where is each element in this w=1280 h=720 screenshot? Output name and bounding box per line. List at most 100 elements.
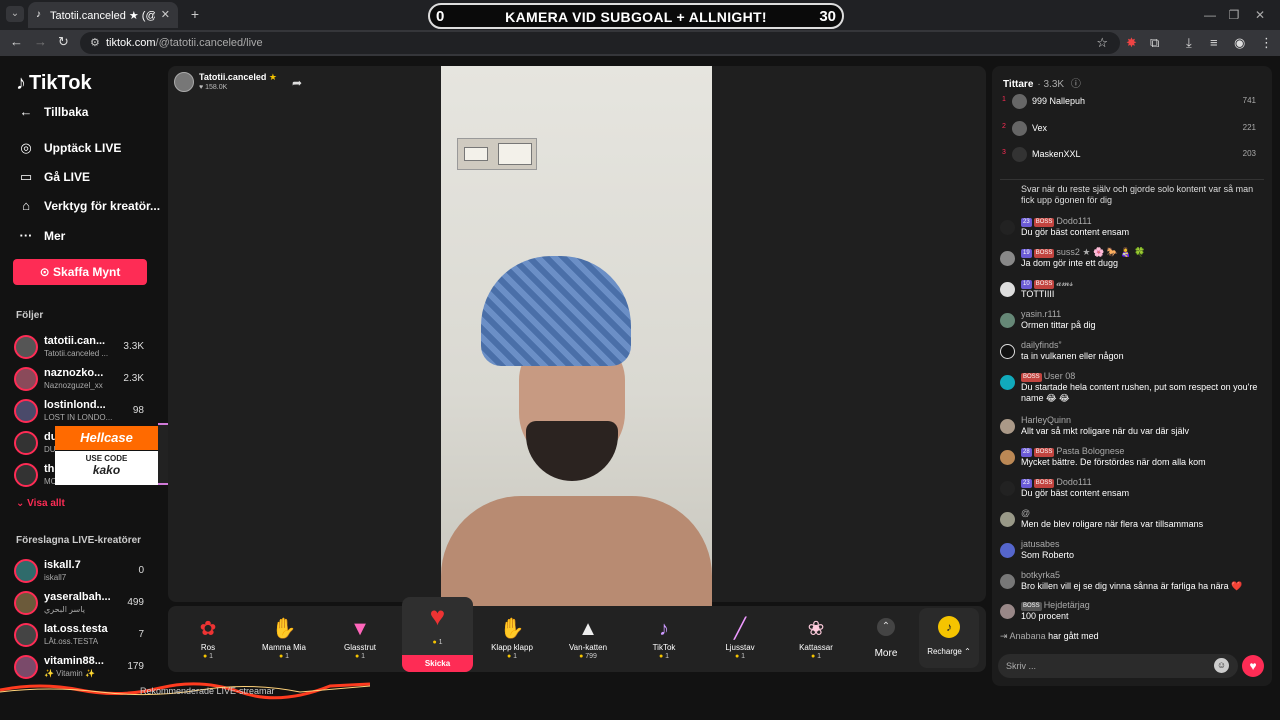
tab-search-button[interactable]: ⌄ [6,6,24,22]
avatar [1000,512,1015,527]
new-tab-button[interactable]: + [186,6,204,24]
chat-message[interactable]: jatusabes Som Roberto [1000,539,1266,567]
browser-tab[interactable]: ♪ Tatotii.canceled ★ (@tatoti ✕ [28,2,178,28]
tiktok-note-icon: ♪ [16,72,26,94]
boss-badge: BOSS [1033,448,1055,457]
chat-message[interactable]: botkyrka5 Bro killen vill ej se dig vinn… [1000,570,1266,598]
stream-goal-banner: 0 KAMERA VID SUBGOAL + ALLNIGHT! 30 [428,3,844,29]
bookmark-star-icon[interactable]: ☆ [1096,35,1108,51]
cat-paws-icon: ❀ [807,618,825,640]
following-account[interactable]: tatotii.can... Tatotii.canceled ... 3.3K [14,334,154,362]
browser-tab-bar: ⌄ ♪ Tatotii.canceled ★ (@tatoti ✕ + 0 KA… [0,0,1280,30]
avatar [1012,147,1027,162]
emoji-icon[interactable]: ☺ [1214,658,1229,673]
browser-menu-icon[interactable]: ⋮ [1260,35,1273,51]
top-viewer[interactable]: 1 999 Nallepuh 741 [1002,94,1264,110]
boss-badge: BOSS [1033,280,1055,289]
extensions-puzzle-icon[interactable]: ⧉ [1150,35,1159,51]
share-icon[interactable]: ➦ [292,76,302,90]
site-info-icon[interactable]: ⚙ [90,36,100,49]
extension-icon[interactable]: ✸ [1126,35,1137,51]
avatar [1000,282,1015,297]
chat-message[interactable]: BOSS User 08 Du startade hela content rus… [1000,371,1266,411]
mamma-mia-icon: ✋ [271,618,297,640]
nav-go-live[interactable]: ▭ Gå LIVE [16,169,90,191]
back-link[interactable]: ← Tillbaka [16,104,89,126]
media-controls-icon[interactable]: ≡ [1210,35,1218,50]
gift-clap[interactable]: ✋ Klapp klapp ● 1 [480,616,544,666]
divider [1000,179,1264,180]
gift-light-stick[interactable]: ╱ Ljusstav ● 1 [708,616,772,666]
rose-icon: ✿ [199,618,217,640]
gift-tiktok[interactable]: ♪ TikTok ● 1 [632,616,696,666]
forward-arrow-icon[interactable]: → [34,34,47,49]
gift-ice-cream[interactable]: ▼ Glasstrut ● 1 [328,616,392,666]
suggested-account[interactable]: lat.oss.testa LÅt.oss.TESTA 7 [14,622,154,650]
chat-message[interactable]: 19 BOSS suss2 ★ 🌸 🐎 👩‍🍼 🍀 Ja dom gör inte … [1000,247,1266,275]
chat-message[interactable]: 23 BOSS Dodo111 Du gör bäst content ensam [1000,477,1266,505]
back-arrow-icon: ← [19,104,33,119]
suggested-account[interactable]: iskall.7 iskall7 0 [14,558,154,586]
tiktok-logo[interactable]: ♪ TikTok [16,72,92,95]
strawberry-gift-icon: ♥ [429,601,446,631]
person-torso [441,496,712,608]
top-viewer[interactable]: 2 Vex 221 [1002,121,1264,137]
address-bar[interactable]: ⚙ tiktok.com/@tatotii.canceled/live ☆ [80,32,1120,54]
back-arrow-icon[interactable]: ← [10,34,23,49]
avatar [1012,121,1027,136]
gift-van-cat[interactable]: ▲ Van-katten ● 799 [556,616,620,666]
chat-message[interactable]: @ Men de blev roligare när flera var til… [1000,508,1266,536]
chat-message[interactable]: yasin.r111 Ormen tittar på dig [1000,309,1266,337]
tab-title: Tatotii.canceled ★ (@tatoti [50,10,155,22]
more-gifts-button[interactable]: ⌃ More [866,612,906,664]
close-window-button[interactable]: ✕ [1240,0,1280,30]
nav-creator-tools[interactable]: ⌂ Verktyg för kreatör... [16,198,160,220]
chat-message[interactable]: HarleyQuinn Allt var så mkt roligare när… [1000,415,1266,443]
suggested-account[interactable]: yaseralbah... ياسر البحري 499 [14,590,154,618]
top-viewer[interactable]: 3 MaskenXXL 203 [1002,147,1264,163]
nav-discover-live[interactable]: ◎ Upptäck LIVE [16,140,121,162]
gift-cat-paws[interactable]: ❀ Kattassar ● 1 [784,616,848,666]
tiktok-favicon-icon: ♪ [36,9,41,20]
following-account[interactable]: lostinlond... LOST IN LONDO... 98 [14,398,154,426]
suggested-label: Föreslagna LIVE-kreatörer [16,535,142,546]
get-coins-button[interactable]: ⊙ Skaffa Mynt [13,259,147,285]
avatar [14,335,38,359]
avatar [1000,419,1015,434]
nav-more[interactable]: ··· Mer [16,228,66,250]
chat-message[interactable]: 23 BOSS Dodo111 Du gör bäst content ensam [1000,216,1266,244]
chat-input-box[interactable] [998,654,1238,678]
show-all-link[interactable]: ⌄ Visa allt [16,498,65,509]
chat-message[interactable]: dailyfinds” ta in vulkanen eller någon [1000,340,1266,368]
coin-icon: ♪ [938,616,960,638]
banner-title: KAMERA VID SUBGOAL + ALLNIGHT! [505,9,767,25]
boss-badge: BOSS [1033,249,1055,258]
boss-badge: BOSS [1033,218,1055,227]
join-icon: ⇥ [1000,631,1010,641]
more-icon: ··· [19,228,33,243]
chat-input[interactable] [1006,658,1206,674]
tab-close-icon[interactable]: ✕ [161,8,170,21]
gift-mamma-mia[interactable]: ✋ Mamma Mia ● 1 [252,616,316,666]
van-cat-icon: ▲ [578,618,598,640]
viewers-header[interactable]: Tittare · 3.3K ⓘ [1003,75,1081,90]
chat-message[interactable]: BOSS Hejdetärjag 100 procent [1000,600,1266,628]
clap-icon: ✋ [499,618,525,640]
gift-rose[interactable]: ✿ Ros ● 1 [176,616,240,666]
avatar [1012,94,1027,109]
following-account[interactable]: naznozko... Naznozguzel_xx 2.3K [14,366,154,394]
chat-message[interactable]: 28 BOSS Pasta Bolognese Mycket bättre. De … [1000,446,1266,474]
reload-icon[interactable]: ↻ [58,34,69,50]
chat-message[interactable]: 10 BOSS 𝓪𝓶𝓼 TOTTIIII [1000,278,1266,306]
use-code-label: USE CODE [85,454,128,463]
send-gift-button[interactable]: Skicka [402,655,473,672]
like-heart-icon[interactable]: ♥ [1242,655,1264,677]
profile-avatar-icon[interactable]: ◉ [1234,35,1245,51]
hellcase-logo: Hellcase [55,426,158,450]
live-video[interactable] [441,66,712,608]
download-icon[interactable]: ⤓ [1186,35,1192,51]
level-badge: 19 [1021,249,1032,258]
level-badge: 23 [1021,218,1032,227]
chat-panel: Tittare · 3.3K ⓘ 1 999 Nallepuh 741 2 Vex… [992,66,1272,686]
recharge-button[interactable]: ♪ Recharge ⌃ [919,608,979,668]
